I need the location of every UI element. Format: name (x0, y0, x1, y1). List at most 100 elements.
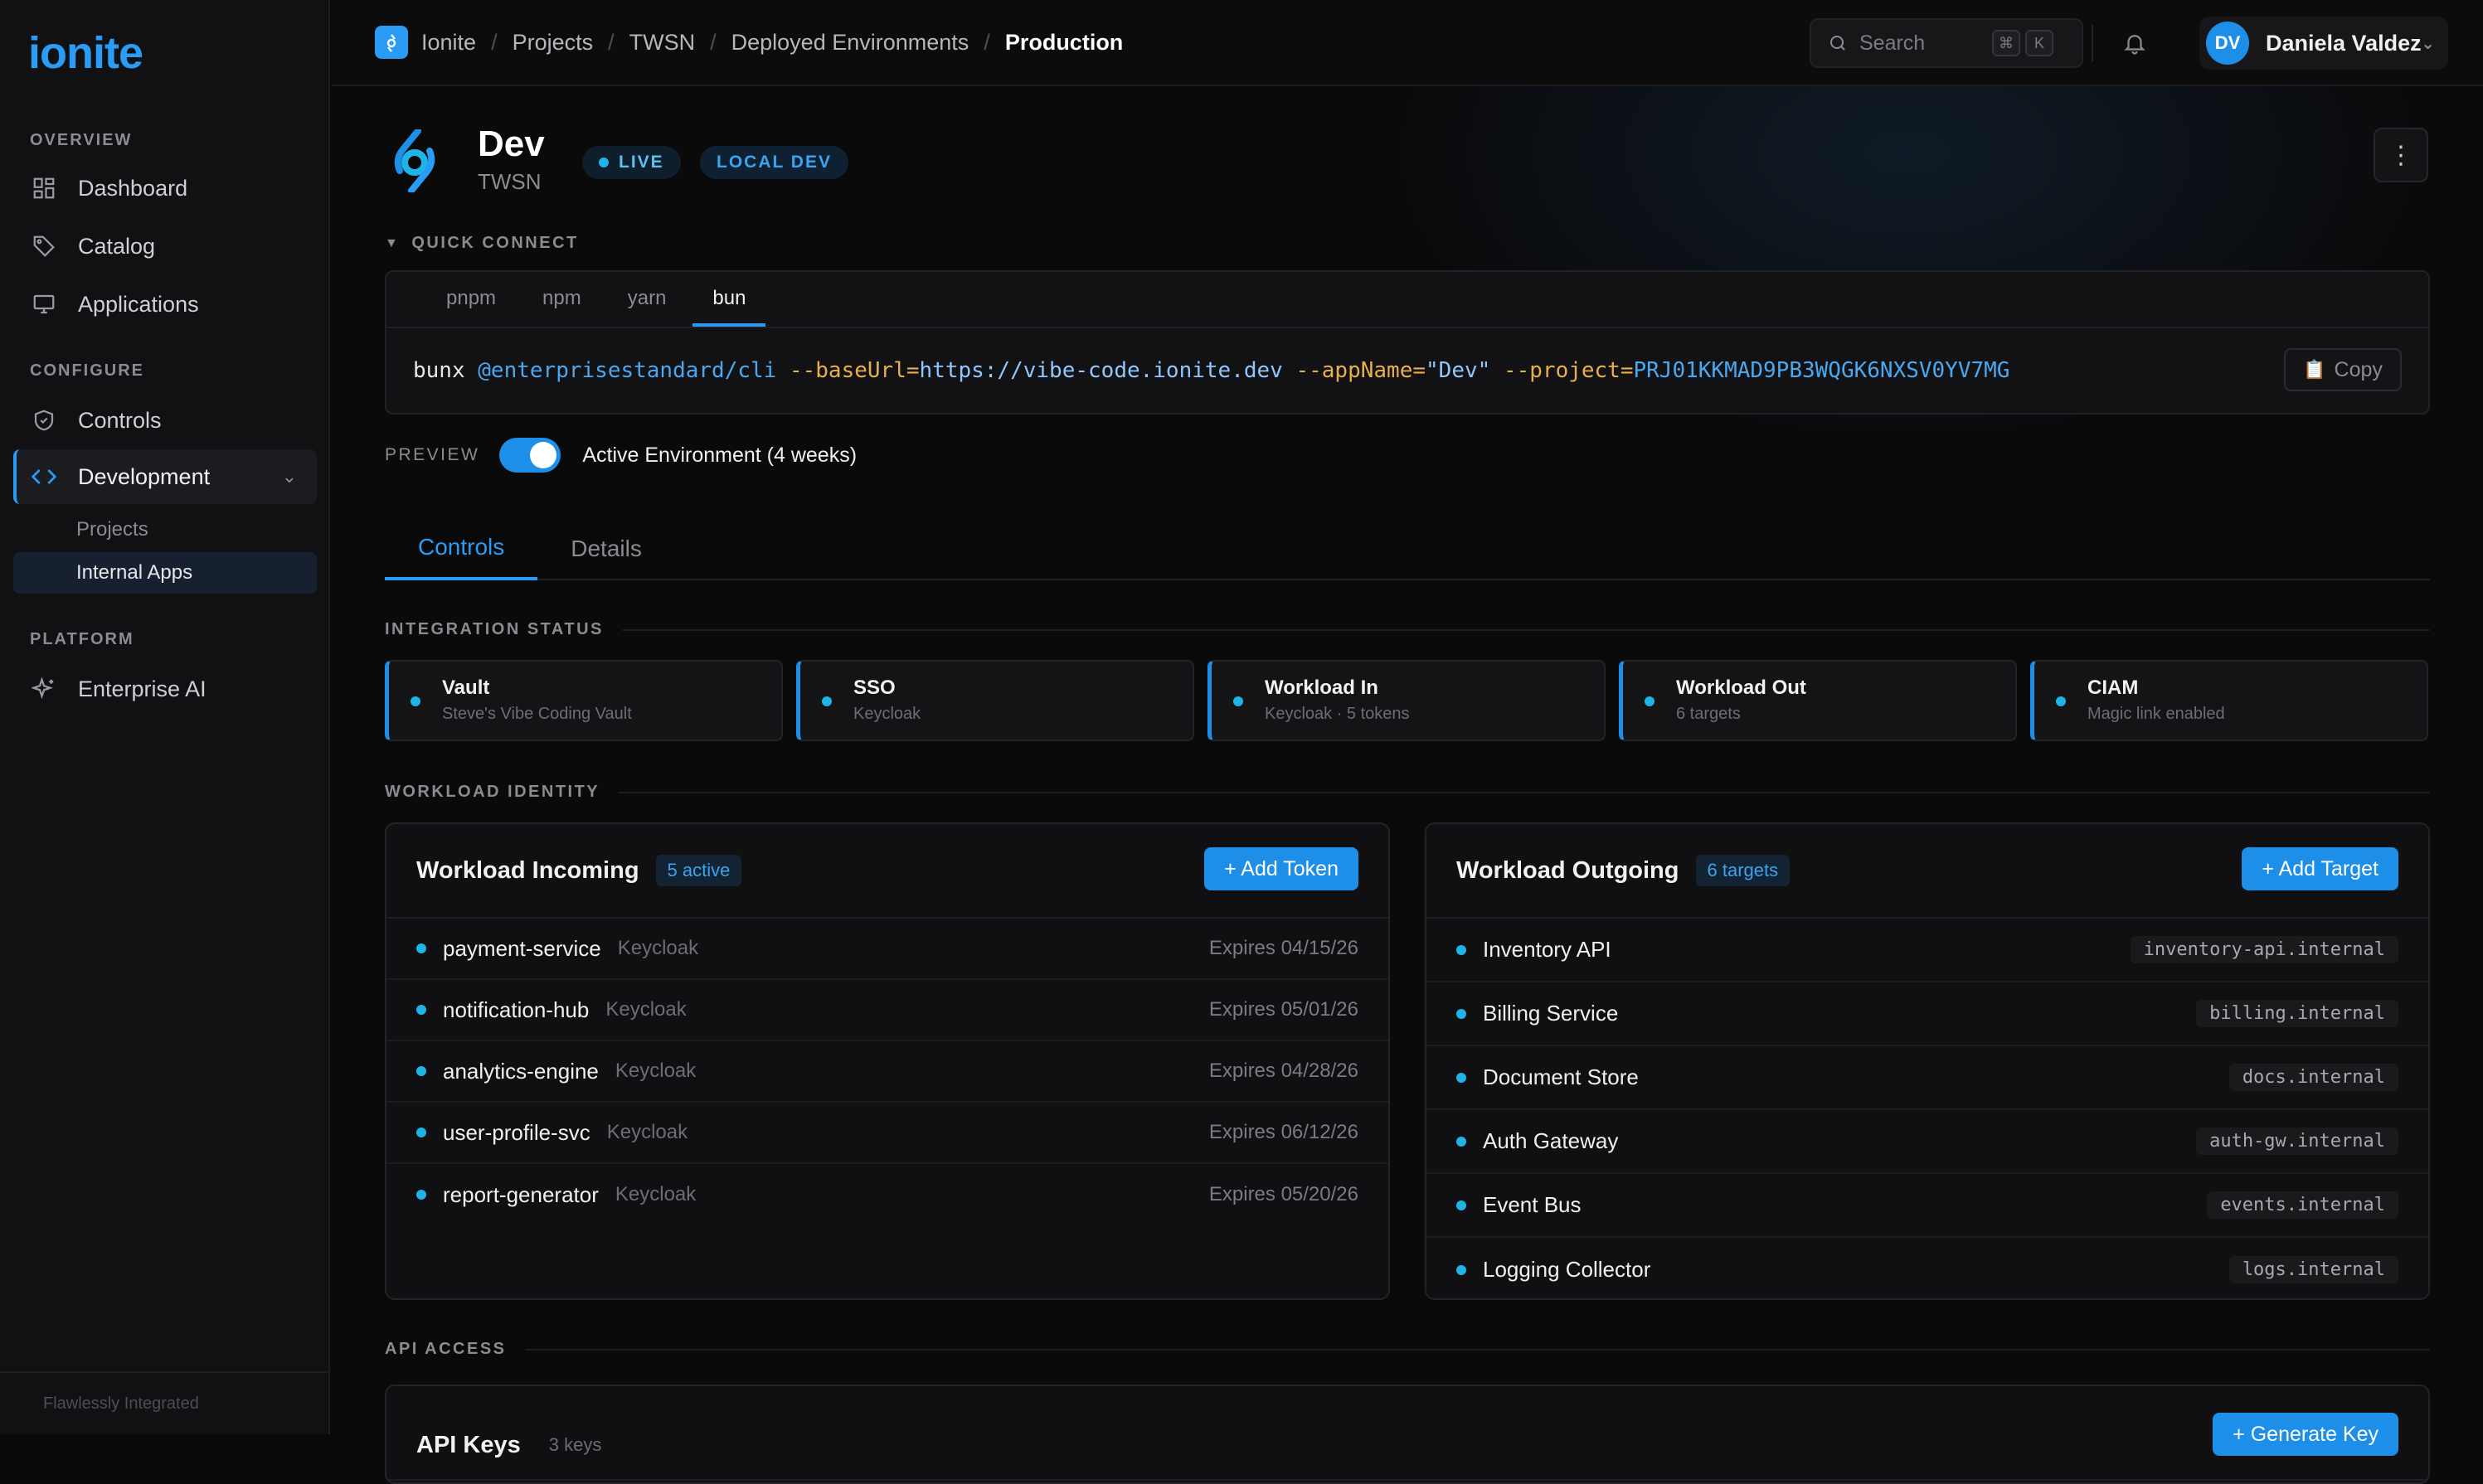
sidebar-item-catalog[interactable]: Catalog (13, 219, 317, 274)
list-item[interactable]: Auth Gateway auth-gw.internal (1426, 1110, 2428, 1174)
install-command[interactable]: bunx @enterprisestandard/cli --baseUrl=h… (413, 358, 2009, 383)
ionite-logo[interactable]: ionite (28, 28, 143, 78)
status-dot-icon (1456, 1008, 1466, 1019)
page-title: Dev (478, 124, 545, 164)
list-item[interactable]: user-profile-svc Keycloak Expires 06/12/… (386, 1103, 1388, 1164)
list-item[interactable]: notification-hub Keycloak Expires 05/01/… (386, 980, 1388, 1041)
tab-pnpm[interactable]: pnpm (426, 287, 516, 327)
preview-toggle[interactable] (499, 438, 561, 473)
status-dot-icon (1456, 1072, 1466, 1083)
integration-status-heading: INTEGRATION STATUS (385, 620, 2430, 639)
search-input[interactable]: Search ⌘ K (1810, 18, 2083, 68)
sidebar-item-label: Applications (78, 291, 199, 317)
breadcrumb-item[interactable]: Ionite (421, 30, 476, 56)
add-target-button[interactable]: + Add Target (2242, 847, 2398, 890)
sparkle-icon (30, 675, 58, 703)
user-name: Daniela Valdez (2266, 30, 2422, 56)
workload-identity-heading: WORKLOAD IDENTITY (385, 783, 2430, 802)
list-item[interactable]: Billing Service billing.internal (1426, 982, 2428, 1046)
chevron-down-icon[interactable]: ⌄ (282, 466, 297, 487)
card-title: Workload Outgoing (1456, 856, 1679, 884)
status-badge-local-dev: LOCAL DEV (700, 146, 848, 179)
preview-status-text: Active Environment (4 weeks) (582, 443, 858, 467)
status-dot-icon (1233, 696, 1243, 706)
sidebar: ionite OVERVIEW Dashboard Catalog Applic… (0, 0, 330, 1434)
sidebar-item-label: Dashboard (78, 175, 188, 201)
status-dot-icon (416, 1190, 426, 1200)
sidebar-subitem-projects[interactable]: Projects (13, 509, 317, 550)
more-options-button[interactable]: ⋮ (2374, 128, 2428, 182)
caret-down-icon: ▼ (385, 235, 401, 250)
list-item[interactable]: analytics-engine Keycloak Expires 04/28/… (386, 1041, 1388, 1103)
list-item[interactable]: report-generator Keycloak Expires 05/20/… (386, 1164, 1388, 1225)
list-item[interactable]: payment-service Keycloak Expires 04/15/2… (386, 919, 1388, 980)
main-content: Dev TWSN LIVE LOCAL DEV ⋮ ▼ QUICK CONNEC… (332, 86, 2483, 1484)
integration-card-workload-out[interactable]: Workload Out 6 targets (1619, 660, 2017, 741)
bell-icon[interactable] (2116, 25, 2153, 61)
sidebar-item-label: Development (78, 463, 211, 489)
breadcrumb-current: Production (1004, 29, 1124, 55)
shield-icon (30, 406, 58, 434)
shortcut-key: ⌘ (1992, 30, 2020, 56)
tab-details[interactable]: Details (537, 517, 675, 580)
api-keys-card: API Keys 3 keys + Generate Key (385, 1385, 2430, 1484)
status-dot-icon (416, 1066, 426, 1076)
integration-card-sso[interactable]: SSO Keycloak (796, 660, 1194, 741)
chevron-down-icon: ⌄ (2421, 34, 2435, 53)
section-configure: CONFIGURE (30, 361, 144, 380)
user-menu[interactable]: DV Daniela Valdez ⌄ (2199, 17, 2448, 70)
preview-label: PREVIEW (385, 445, 480, 464)
breadcrumb: Ionite / Projects / TWSN / Deployed Envi… (375, 26, 1123, 59)
copy-button[interactable]: 📋 Copy (2284, 348, 2402, 391)
integration-card-workload-in[interactable]: Workload In Keycloak · 5 tokens (1207, 660, 1606, 741)
tab-yarn[interactable]: yarn (608, 287, 687, 327)
count-badge: 5 active (655, 855, 742, 886)
ionite-app-icon (375, 26, 408, 59)
count-badge: 6 targets (1695, 855, 1791, 886)
status-dot-icon (1456, 1200, 1466, 1210)
list-item[interactable]: Inventory API inventory-api.internal (1426, 919, 2428, 982)
card-title: Workload Incoming (416, 856, 639, 884)
tab-controls[interactable]: Controls (385, 517, 538, 580)
section-overview: OVERVIEW (30, 131, 133, 149)
card-title: API Keys (416, 1431, 521, 1458)
sidebar-item-dashboard[interactable]: Dashboard (13, 161, 317, 216)
grid-icon (30, 174, 58, 202)
list-item[interactable]: Event Bus events.internal (1426, 1174, 2428, 1238)
preview-row: PREVIEW Active Environment (4 weeks) (385, 438, 857, 473)
breadcrumb-item[interactable]: TWSN (629, 30, 695, 56)
sidebar-item-development[interactable]: Development ⌄ (13, 449, 317, 504)
list-item[interactable]: Document Store docs.internal (1426, 1046, 2428, 1110)
workload-incoming-card: Workload Incoming 5 active + Add Token p… (385, 822, 1390, 1300)
badge-label: LIVE (619, 153, 664, 172)
sidebar-item-enterprise-ai[interactable]: Enterprise AI (13, 662, 317, 716)
ionite-mark-icon (385, 128, 445, 194)
status-dot-icon (822, 696, 832, 706)
quick-connect-toggle[interactable]: ▼ QUICK CONNECT (385, 234, 579, 253)
status-dot-icon (1456, 1264, 1466, 1275)
list-item[interactable]: Logging Collector logs.internal (1426, 1238, 2428, 1298)
add-token-button[interactable]: + Add Token (1204, 847, 1358, 890)
quick-connect-panel: pnpm npm yarn bun bunx @enterprisestanda… (385, 270, 2430, 415)
generate-key-button[interactable]: + Generate Key (2213, 1413, 2398, 1456)
integration-card-ciam[interactable]: CIAM Magic link enabled (2030, 660, 2428, 741)
tab-npm[interactable]: npm (522, 287, 601, 327)
breadcrumb-item[interactable]: Projects (513, 30, 594, 56)
sidebar-item-controls[interactable]: Controls (13, 393, 317, 448)
avatar: DV (2206, 22, 2249, 65)
package-manager-tabs: pnpm npm yarn bun (386, 272, 2428, 328)
sidebar-item-label: Enterprise AI (78, 676, 207, 701)
status-badge-live: LIVE (582, 146, 681, 179)
status-dot-icon (1645, 696, 1655, 706)
integration-card-vault[interactable]: Vault Steve's Vibe Coding Vault (385, 660, 783, 741)
sidebar-item-applications[interactable]: Applications (13, 277, 317, 332)
status-dot-icon (416, 1128, 426, 1137)
tab-bun[interactable]: bun (692, 287, 766, 327)
breadcrumb-item[interactable]: Deployed Environments (731, 30, 969, 56)
content-tabs: Controls Details (385, 517, 2430, 580)
sidebar-subitem-internal-apps[interactable]: Internal Apps (13, 552, 317, 594)
search-placeholder: Search (1859, 31, 1926, 55)
search-icon (1828, 33, 1848, 53)
status-dot-icon (416, 943, 426, 953)
top-bar: Ionite / Projects / TWSN / Deployed Envi… (332, 0, 2483, 86)
